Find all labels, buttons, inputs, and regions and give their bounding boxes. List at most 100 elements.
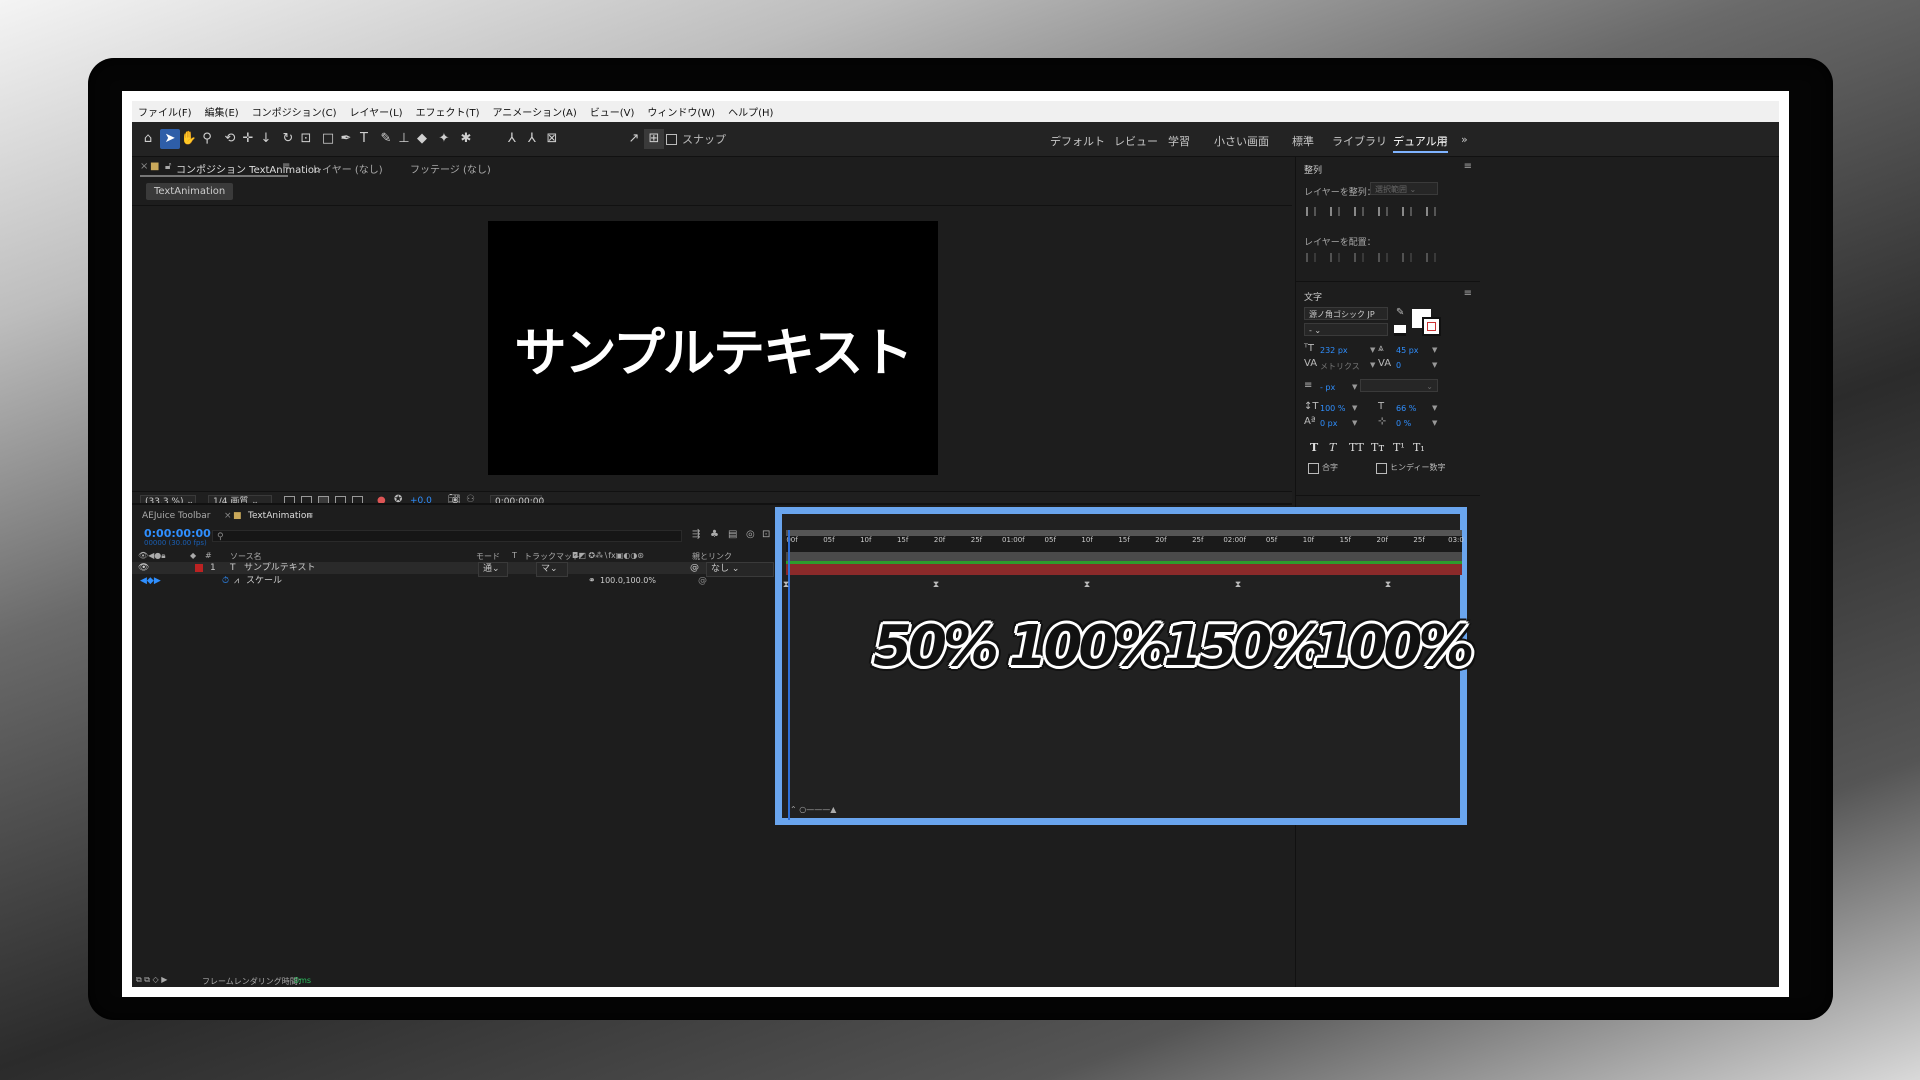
rotate-tool-icon[interactable]: ↻: [278, 129, 298, 149]
tab-layer[interactable]: レイヤー (なし): [312, 161, 383, 176]
anchor-tool-icon[interactable]: ⊡: [296, 129, 316, 149]
layer-duration-bar[interactable]: [786, 564, 1462, 575]
kerning-value[interactable]: メトリクス: [1320, 361, 1360, 372]
baseline-shift-arrow-icon[interactable]: ▼: [1352, 419, 1357, 427]
stroke-width-value[interactable]: - px: [1320, 383, 1335, 392]
zoom-tool-icon[interactable]: ⚲: [197, 129, 217, 149]
time-ruler[interactable]: 00f 05f 10f 15f 20f 25f 01:00f 05f 10f 15f 20f 25f 0…: [786, 536, 1464, 552]
faux-italic-button[interactable]: T: [1329, 441, 1336, 454]
align-right-icon[interactable]: [1354, 207, 1364, 216]
close-tab-icon[interactable]: ×: [224, 511, 232, 521]
horizontal-scale-value[interactable]: 66 %: [1396, 404, 1416, 413]
hand-tool-icon[interactable]: ✋: [179, 129, 199, 149]
tab-timeline-textanimation[interactable]: TextAnimation: [248, 511, 312, 521]
align-hcenter-icon[interactable]: [1330, 207, 1340, 216]
selection-tool-icon[interactable]: ➤: [160, 129, 180, 149]
tab-footage[interactable]: フッテージ (なし): [410, 161, 491, 176]
distribute-vcenter-icon[interactable]: [1330, 253, 1340, 262]
subscript-button[interactable]: T₁: [1413, 441, 1425, 454]
comp-canvas[interactable]: サンプルテキスト: [488, 221, 938, 475]
tracking-value[interactable]: 0: [1396, 361, 1401, 370]
vertical-scale-arrow-icon[interactable]: ▼: [1352, 404, 1357, 412]
menu-layer[interactable]: レイヤー(L): [349, 104, 402, 119]
workspace-learn[interactable]: 学習: [1168, 133, 1190, 149]
pen-tool-icon[interactable]: ✒: [336, 129, 356, 149]
keyframe-marker-icon[interactable]: ⧗: [1235, 580, 1241, 590]
graph-icon[interactable]: ⩘: [234, 575, 239, 587]
motion-blur-icon[interactable]: ◎: [746, 529, 755, 540]
layer-label-color[interactable]: [195, 564, 203, 572]
axis-world-icon[interactable]: ⅄: [522, 129, 542, 149]
menu-edit[interactable]: 編集(E): [205, 104, 239, 119]
distribute-right-icon[interactable]: [1426, 253, 1436, 262]
workspace-menu-icon[interactable]: ≡: [1439, 133, 1448, 146]
menu-view[interactable]: ビュー(V): [590, 104, 635, 119]
lock-icon[interactable]: 🔓︎: [165, 161, 171, 172]
shy-layers-icon[interactable]: ▤: [728, 529, 737, 540]
dolly-camera-icon[interactable]: ↓: [256, 129, 276, 149]
distribute-hcenter-icon[interactable]: [1402, 253, 1412, 262]
leading-arrow-icon[interactable]: ▼: [1432, 346, 1437, 354]
small-caps-button[interactable]: Tт: [1371, 441, 1384, 454]
horizontal-scale-arrow-icon[interactable]: ▼: [1432, 404, 1437, 412]
brush-tool-icon[interactable]: ✎: [376, 129, 396, 149]
kerning-arrow-icon[interactable]: ▼: [1370, 361, 1375, 369]
faux-bold-button[interactable]: T: [1310, 441, 1318, 454]
current-time-indicator[interactable]: [788, 530, 790, 820]
distribute-left-icon[interactable]: [1378, 253, 1388, 262]
align-left-icon[interactable]: [1306, 207, 1316, 216]
menu-animation[interactable]: アニメーション(A): [492, 104, 576, 119]
orbit-camera-icon[interactable]: ⟲: [220, 129, 240, 149]
draft-3d-icon[interactable]: ♣: [710, 529, 719, 540]
vertical-scale-value[interactable]: 100 %: [1320, 404, 1345, 413]
panel-menu-icon[interactable]: ≡: [282, 161, 290, 172]
distribute-top-icon[interactable]: [1306, 253, 1316, 262]
eraser-tool-icon[interactable]: ◆: [412, 129, 432, 149]
layer-name[interactable]: サンプルテキスト: [244, 562, 315, 574]
all-caps-button[interactable]: TT: [1349, 441, 1364, 454]
menu-composition[interactable]: コンポジション(C): [252, 104, 337, 119]
scale-value[interactable]: 100.0,100.0%: [600, 575, 656, 587]
stopwatch-icon[interactable]: ⏱︎: [222, 575, 229, 587]
menu-help[interactable]: ヘルプ(H): [728, 104, 773, 119]
panel-menu-icon[interactable]: ≡: [306, 511, 314, 521]
pan-camera-icon[interactable]: ✛: [238, 129, 258, 149]
align-top-icon[interactable]: [1378, 207, 1388, 216]
workspace-libraries[interactable]: ライブラリ: [1332, 133, 1387, 149]
font-family-dropdown[interactable]: 源ノ角ゴシック JP ⌄: [1304, 307, 1388, 332]
snap-feature-icon[interactable]: ⊞: [644, 129, 664, 149]
workspace-overflow-icon[interactable]: »: [1461, 133, 1468, 146]
home-icon[interactable]: ⌂: [138, 129, 158, 149]
snap-toggle[interactable]: スナップ: [666, 131, 726, 147]
status-toggle-icons[interactable]: ⧉ ⧉ ◇ ▶: [136, 975, 167, 985]
align-bottom-icon[interactable]: [1426, 207, 1436, 216]
ligature-checkbox[interactable]: [1308, 463, 1319, 474]
comp-breadcrumb[interactable]: TextAnimation: [146, 183, 234, 200]
menu-effect[interactable]: エフェクト(T): [416, 104, 480, 119]
align-panel-menu-icon[interactable]: ≡: [1464, 161, 1472, 172]
font-size-arrow-icon[interactable]: ▼: [1370, 346, 1375, 354]
layer-search-input[interactable]: ⚲: [212, 530, 682, 542]
menu-file[interactable]: ファイル(F): [138, 104, 192, 119]
stroke-width-arrow-icon[interactable]: ▼: [1352, 383, 1357, 391]
hindi-digits-checkbox[interactable]: [1376, 463, 1387, 474]
visibility-eye-icon[interactable]: 👁︎: [138, 562, 149, 574]
menu-window[interactable]: ウィンドウ(W): [647, 104, 715, 119]
keyframe-marker-icon[interactable]: ⧗: [783, 580, 789, 590]
keyframe-marker-icon[interactable]: ⧗: [1385, 580, 1391, 590]
character-panel-menu-icon[interactable]: ≡: [1464, 288, 1472, 299]
property-row[interactable]: ◀◆▶ ⏱︎ ⩘ スケール ⚭ 100.0,100.0% @: [132, 575, 772, 587]
roto-brush-icon[interactable]: ✦: [434, 129, 454, 149]
layer-row[interactable]: 👁︎ 1 T サンプルテキスト 通⌄ マ⌄ @ なし ⌄: [132, 562, 774, 577]
close-tab-icon[interactable]: ×: [140, 161, 148, 172]
comp-mini-flowchart-icon[interactable]: ⇶: [692, 529, 700, 540]
constrain-proportions-icon[interactable]: ⚭: [588, 575, 596, 587]
align-vcenter-icon[interactable]: [1402, 207, 1412, 216]
stroke-color-swatch[interactable]: [1422, 317, 1441, 336]
workspace-review[interactable]: レビュー: [1114, 133, 1158, 149]
superscript-button[interactable]: T¹: [1393, 441, 1405, 454]
axis-view-icon[interactable]: ⊠: [542, 129, 562, 149]
graph-editor-icon[interactable]: ⊡: [762, 529, 770, 540]
puppet-tool-icon[interactable]: ✱: [456, 129, 476, 149]
align-to-dropdown[interactable]: 選択範囲 ⌄: [1370, 182, 1438, 195]
